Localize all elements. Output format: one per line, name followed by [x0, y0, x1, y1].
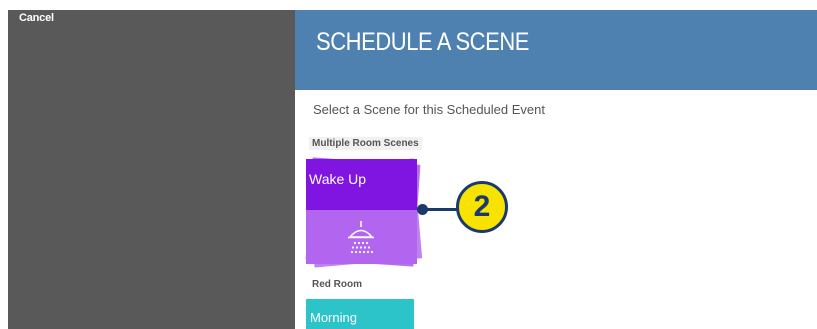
- section-label-red-room: Red Room: [312, 279, 362, 290]
- shower-icon: [348, 221, 374, 254]
- scene-card-body: [306, 210, 417, 264]
- scene-card-label: Wake Up: [309, 171, 367, 187]
- left-panel: [8, 10, 295, 329]
- scene-tile-morning[interactable]: Morning: [306, 299, 414, 329]
- scene-card-wake-up[interactable]: Wake Up: [306, 159, 417, 264]
- screen: Cancel SCHEDULE A SCENE Select a Scene f…: [0, 0, 817, 329]
- instruction-text: Select a Scene for this Scheduled Event: [313, 102, 545, 117]
- callout-number-badge: 2: [456, 181, 508, 233]
- schedule-scene-panel: SCHEDULE A SCENE Select a Scene for this…: [295, 10, 817, 329]
- page-title: SCHEDULE A SCENE: [316, 28, 530, 56]
- header-bar: SCHEDULE A SCENE: [295, 10, 817, 90]
- scene-card-stack[interactable]: Wake Up: [305, 155, 425, 270]
- callout-leader-dot: [417, 204, 428, 215]
- cancel-button[interactable]: Cancel: [19, 12, 54, 24]
- scene-tile-label: Morning: [310, 310, 357, 325]
- scene-card-header: Wake Up: [306, 159, 417, 210]
- section-label-multiple-room: Multiple Room Scenes: [309, 137, 422, 150]
